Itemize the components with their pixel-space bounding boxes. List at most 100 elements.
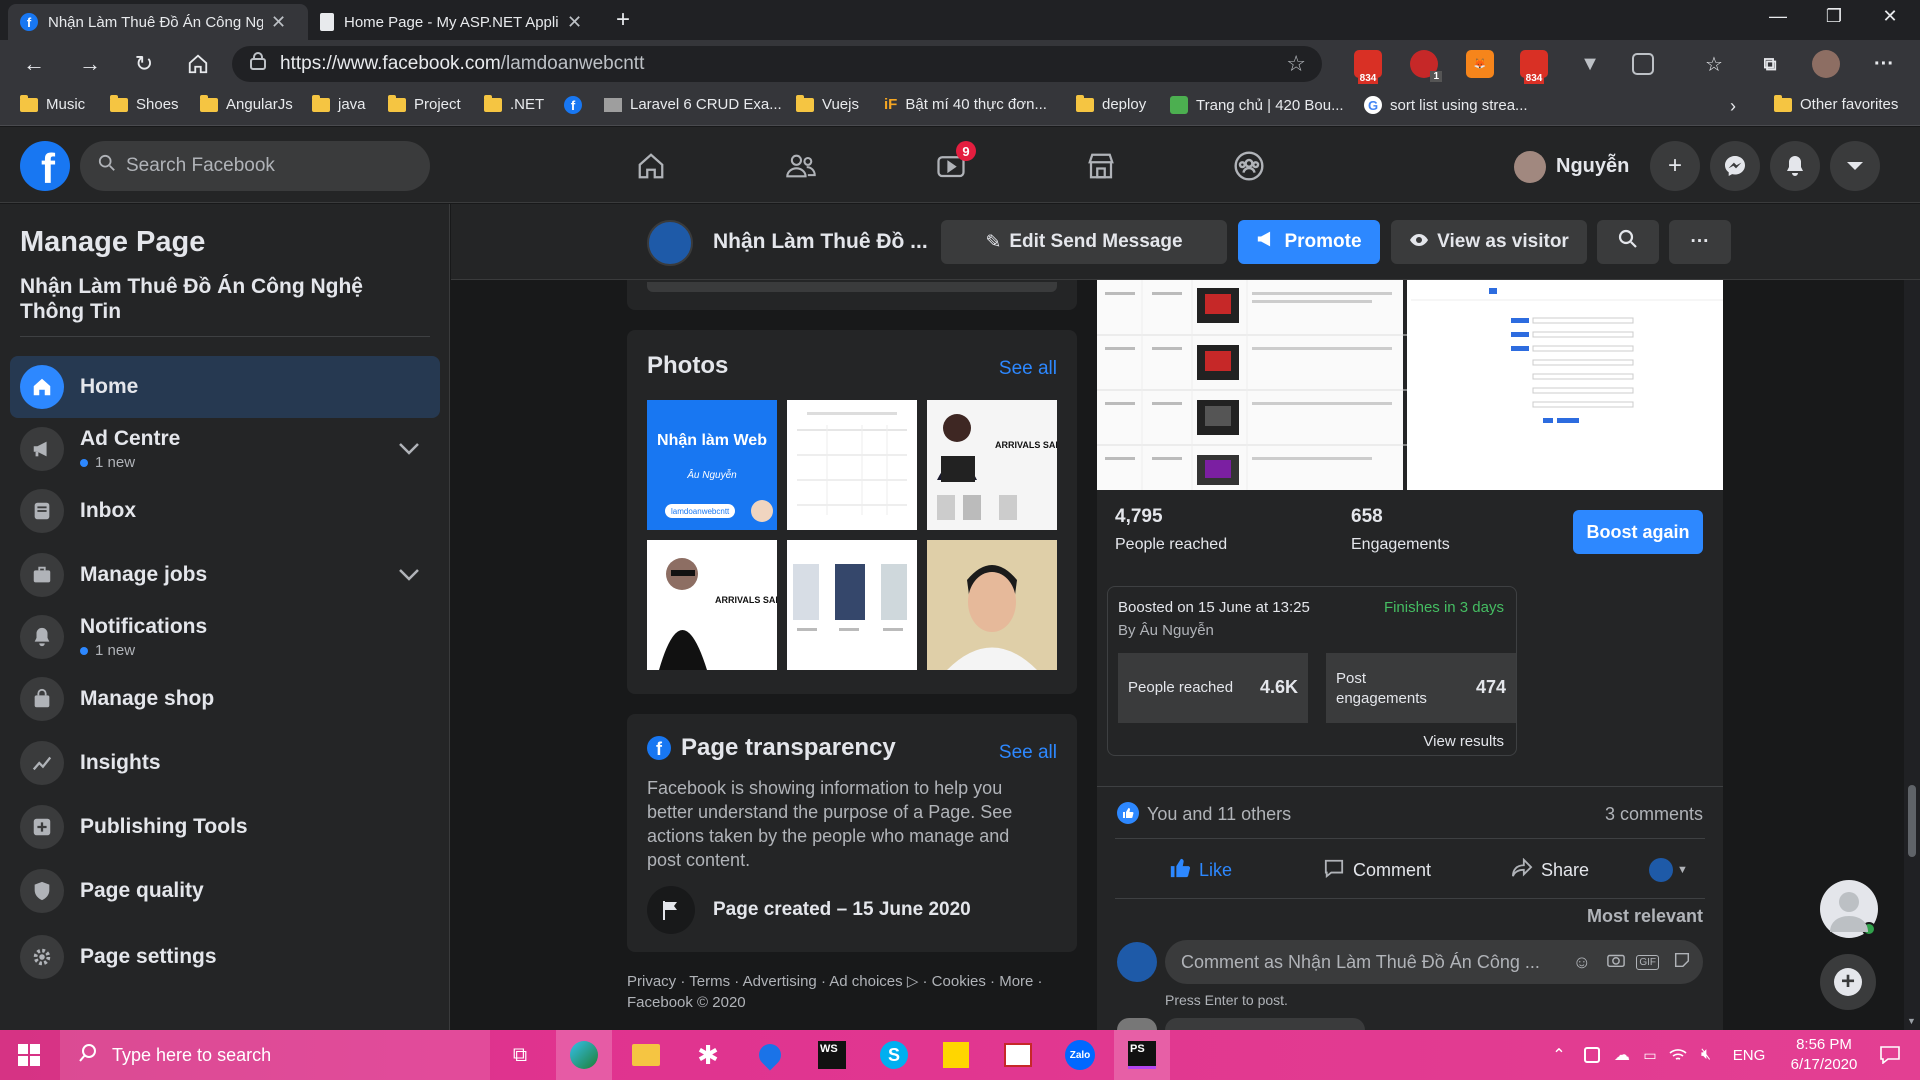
search-input[interactable]: Search Facebook (80, 141, 430, 191)
bookmark-item[interactable]: AngularJs (200, 94, 293, 113)
sidebar-item-page-quality[interactable]: Page quality (10, 860, 440, 922)
windows-start-icon[interactable] (0, 1030, 58, 1080)
most-relevant-filter[interactable]: Most relevant (1587, 906, 1703, 927)
extension-icon[interactable]: 1 (1410, 50, 1442, 82)
sidebar-item-page-settings[interactable]: Page settings (10, 926, 440, 988)
taskbar-search-box[interactable]: Type here to search (60, 1030, 490, 1080)
new-tab-button[interactable]: + (616, 6, 630, 34)
camera-icon[interactable] (1607, 952, 1625, 973)
skype-icon[interactable]: S (866, 1030, 922, 1080)
sidebar-item-manage-jobs[interactable]: Manage jobs (10, 544, 440, 606)
action-center-icon[interactable] (1870, 1030, 1910, 1080)
close-tab-icon[interactable]: ✕ (271, 12, 286, 33)
more-icon[interactable]: ··· (1870, 50, 1898, 78)
bookmark-item[interactable]: deploy (1076, 94, 1146, 113)
transparency-see-all-link[interactable]: See all (999, 742, 1057, 764)
close-tab-icon[interactable]: ✕ (567, 12, 582, 33)
home-icon[interactable] (182, 48, 214, 80)
share-button[interactable]: Share (1511, 850, 1589, 890)
address-bar[interactable]: https://www.facebook.com/lamdoanwebcntt … (232, 46, 1322, 82)
edit-send-message-button[interactable]: ✎ Edit Send Message (941, 220, 1227, 264)
extension-icon[interactable] (1632, 53, 1654, 75)
maps-icon[interactable] (742, 1030, 798, 1080)
language-indicator[interactable]: ENG (1724, 1030, 1774, 1080)
contact-avatar[interactable] (1820, 880, 1878, 938)
like-button[interactable]: Like (1169, 850, 1232, 890)
user-avatar[interactable] (1514, 151, 1546, 183)
photo-thumbnail[interactable]: ARRIVALS SALE (647, 540, 777, 670)
tab-aspnet[interactable]: Home Page - My ASP.NET Applic ✕ (308, 4, 608, 40)
bookmark-item[interactable]: Vuejs (796, 94, 859, 113)
bookmark-facebook[interactable]: f (564, 96, 582, 114)
bookmark-item[interactable]: .NET (484, 94, 544, 113)
groups-nav-icon[interactable] (1224, 141, 1274, 191)
view-results-link[interactable]: View results (1423, 733, 1504, 750)
onedrive-icon[interactable]: ☁ (1608, 1030, 1636, 1080)
star-icon[interactable]: ☆ (1286, 51, 1306, 77)
chevron-right-icon[interactable]: › (1730, 96, 1736, 117)
notifications-bell-icon[interactable] (1770, 141, 1820, 191)
battery-icon[interactable]: ▭ (1636, 1030, 1664, 1080)
forward-icon[interactable]: → (74, 48, 106, 80)
user-name[interactable]: Nguyễn (1556, 155, 1629, 178)
page-name[interactable]: Nhận Làm Thuê Đồ ... (713, 230, 928, 254)
comments-count[interactable]: 3 comments (1605, 804, 1703, 825)
photo-thumbnail[interactable]: Nhận làm Web Âu Nguyễn lamdoanwebcntt (647, 400, 777, 530)
gif-icon[interactable]: GIF (1636, 954, 1659, 970)
sidebar-item-notifications[interactable]: Notifications 1 new (10, 606, 440, 668)
sticker-icon[interactable] (1673, 951, 1691, 974)
chevron-down-icon[interactable] (398, 436, 420, 462)
slack-icon[interactable]: ✱ (680, 1030, 736, 1080)
scrollbar-thumb[interactable] (1908, 785, 1916, 857)
boost-again-button[interactable]: Boost again (1573, 510, 1703, 554)
reactions-count[interactable]: You and 11 others (1147, 804, 1291, 825)
edge-app-icon[interactable] (556, 1030, 612, 1080)
bookmark-item[interactable]: java (312, 94, 366, 113)
post-as-selector[interactable]: ▼ (1649, 858, 1688, 882)
scroll-down-icon[interactable]: ▼ (1907, 1016, 1916, 1026)
task-view-icon[interactable]: ⧉ (498, 1030, 542, 1080)
bookmark-item[interactable]: Laravel 6 CRUD Exa... (604, 96, 782, 113)
sidebar-page-name[interactable]: Nhận Làm Thuê Đồ Án Công Nghệ Thông Tin (20, 274, 400, 324)
tray-app-icon[interactable] (1578, 1030, 1606, 1080)
clock[interactable]: 8:56 PM 6/17/2020 (1776, 1030, 1872, 1080)
bookmark-item[interactable]: iF Bật mí 40 thực đơn... (884, 96, 1047, 113)
chevron-down-icon[interactable] (398, 562, 420, 588)
emoji-icon[interactable]: ☺ (1573, 952, 1591, 973)
phpstorm-icon[interactable]: PS (1114, 1030, 1170, 1080)
promote-button[interactable]: Promote (1238, 220, 1380, 264)
other-favorites[interactable]: Other favorites (1774, 94, 1898, 113)
snipping-tool-icon[interactable] (990, 1030, 1046, 1080)
back-icon[interactable]: ← (18, 48, 50, 80)
photos-see-all-link[interactable]: See all (999, 358, 1057, 380)
comment-button[interactable]: Comment (1323, 850, 1431, 890)
marketplace-nav-icon[interactable] (1076, 141, 1126, 191)
sidebar-item-ad-centre[interactable]: Ad Centre 1 new (10, 418, 440, 480)
photo-thumbnail[interactable]: ARRIVALS SALE (927, 400, 1057, 530)
sidebar-item-inbox[interactable]: Inbox (10, 480, 440, 542)
file-explorer-icon[interactable] (618, 1030, 674, 1080)
restore-button[interactable]: ❐ (1806, 0, 1862, 32)
favorites-icon[interactable]: ☆ (1700, 50, 1728, 78)
tab-facebook[interactable]: f Nhận Làm Thuê Đồ Án Công Nghệ ✕ (8, 4, 308, 40)
photo-thumbnail[interactable] (927, 540, 1057, 670)
bookmark-item[interactable]: Shoes (110, 94, 179, 113)
photo-thumbnail[interactable] (787, 540, 917, 670)
search-page-button[interactable] (1597, 220, 1659, 264)
minimize-button[interactable]: — (1750, 0, 1806, 32)
sidebar-item-publishing-tools[interactable]: Publishing Tools (10, 796, 440, 858)
post-image[interactable] (1097, 280, 1723, 490)
messenger-icon[interactable] (1710, 141, 1760, 191)
page-avatar[interactable] (647, 220, 693, 266)
metamask-icon[interactable]: 🦊 (1466, 50, 1494, 78)
chevron-up-icon[interactable]: ⌃ (1546, 1030, 1572, 1080)
vue-devtools-icon[interactable]: ▼ (1576, 50, 1604, 78)
bookmark-item[interactable]: Trang chủ | 420 Bou... (1170, 96, 1344, 114)
comment-input[interactable]: Comment as Nhận Làm Thuê Đồ Án Công ... … (1165, 940, 1703, 984)
watch-nav-icon[interactable]: 9 (926, 141, 976, 191)
extension-icon[interactable]: 834 (1354, 50, 1382, 84)
page-scrollbar[interactable]: ▼ (1904, 280, 1920, 1030)
photo-thumbnail[interactable] (787, 400, 917, 530)
footer-links[interactable]: Privacy · Terms · Advertising · Ad choic… (627, 971, 1077, 992)
sticky-notes-icon[interactable] (928, 1030, 984, 1080)
